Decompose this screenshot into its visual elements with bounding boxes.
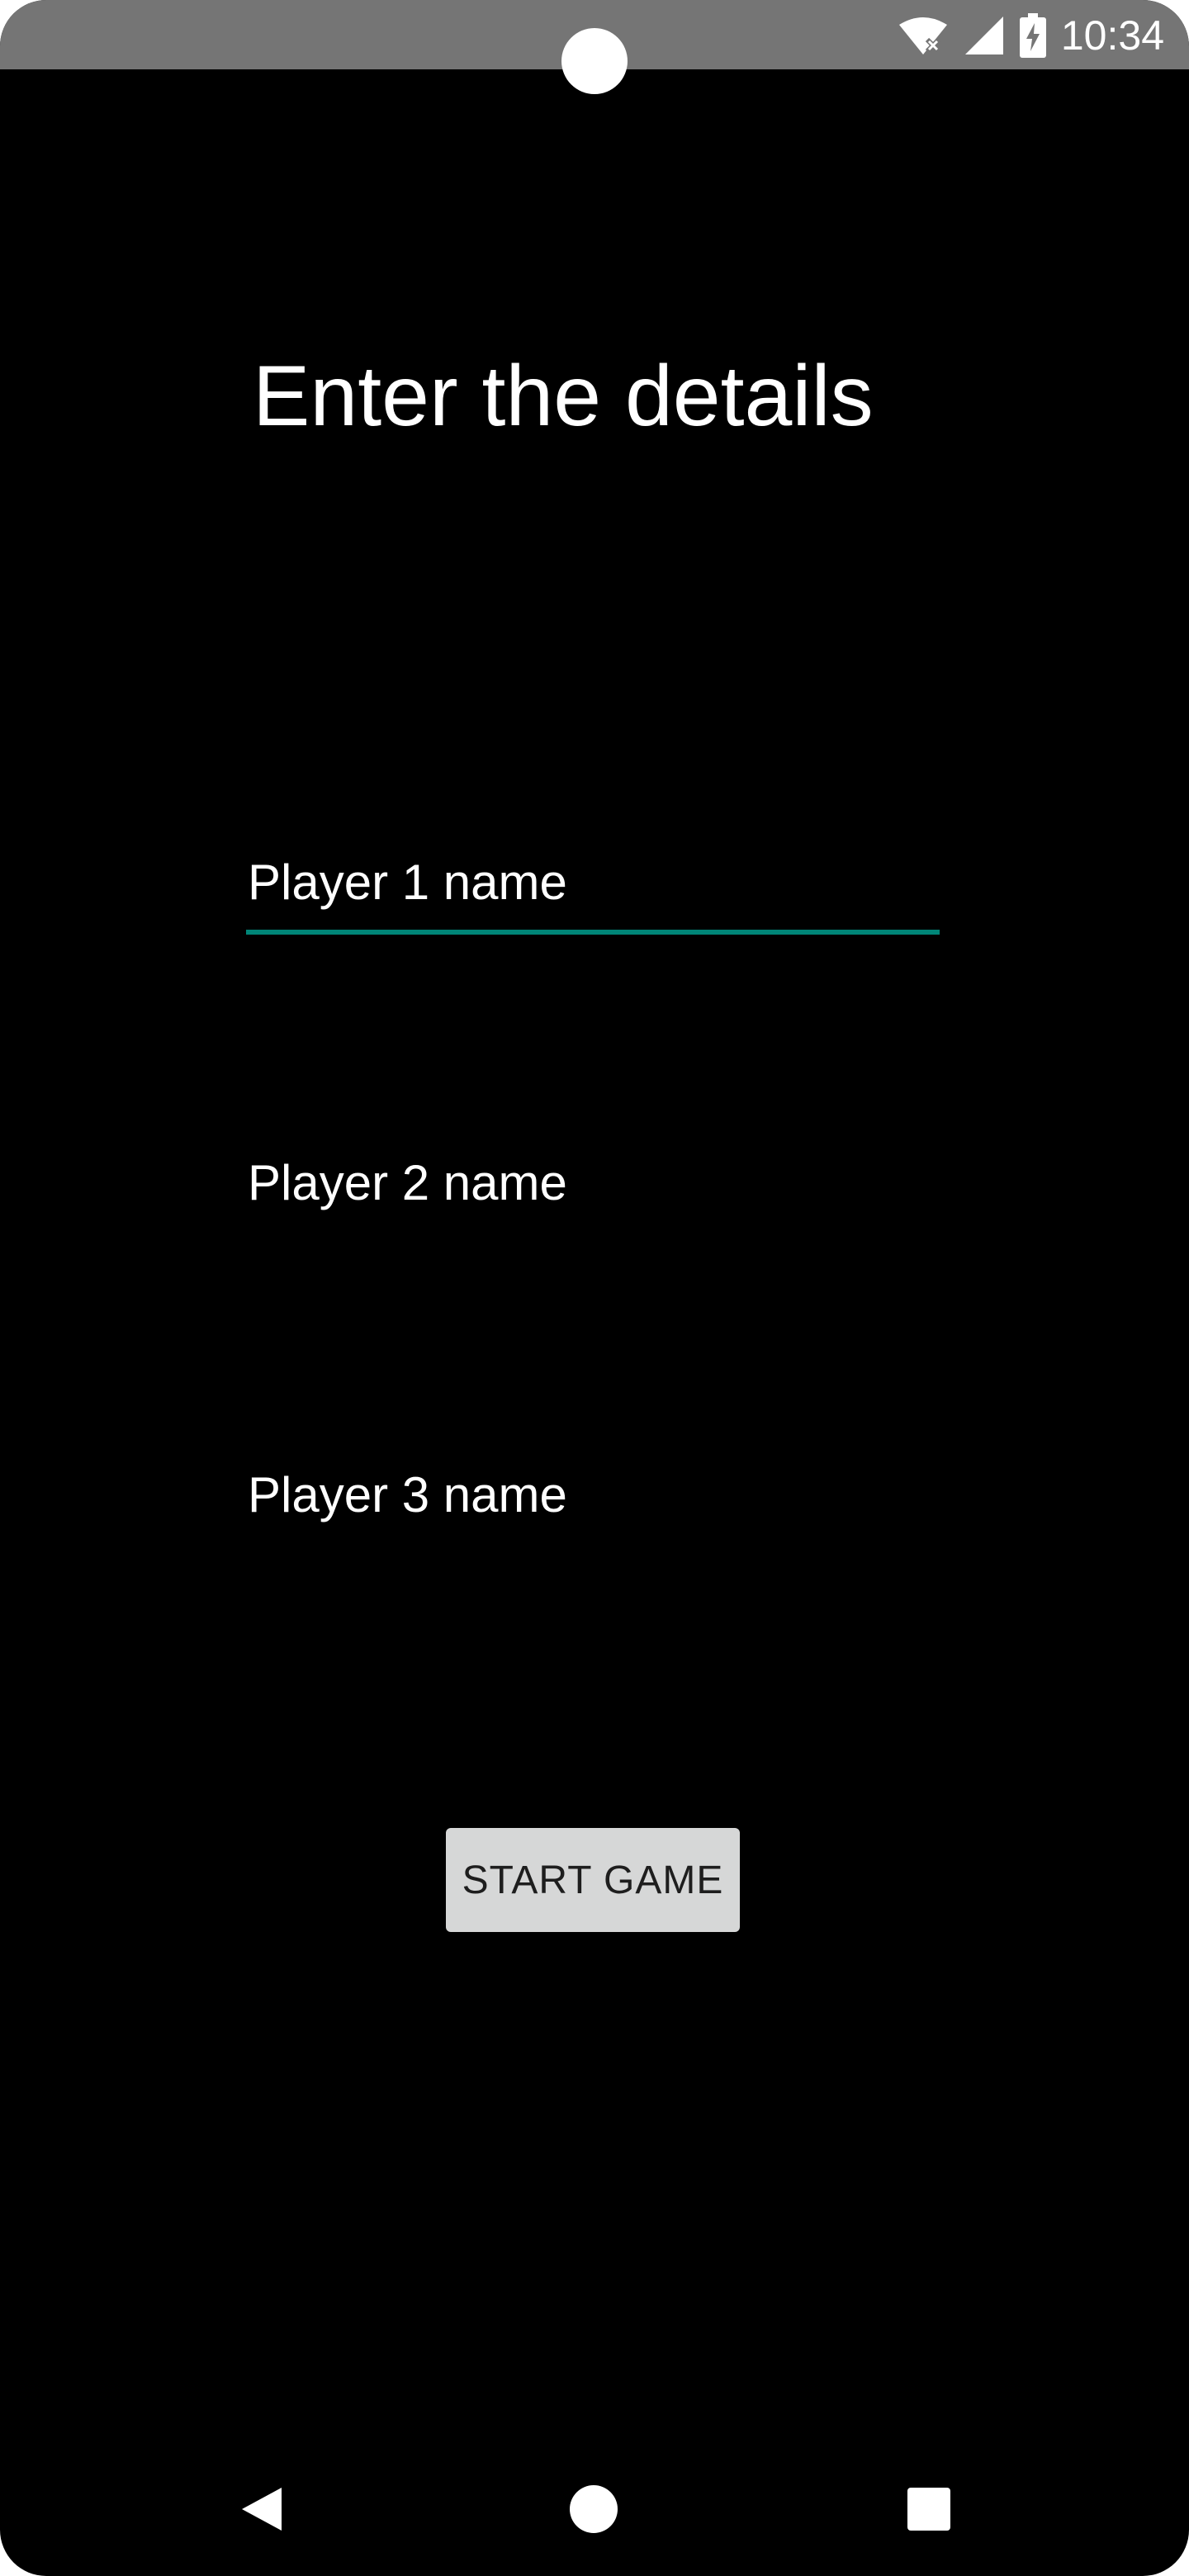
player2-field xyxy=(246,1133,940,1232)
navigation-bar xyxy=(0,2444,1189,2576)
player3-name-input[interactable] xyxy=(246,1445,940,1544)
status-icons: 10:34 xyxy=(898,7,1164,64)
start-game-button[interactable]: START GAME xyxy=(446,1828,740,1932)
status-clock: 10:34 xyxy=(1060,12,1164,59)
player2-name-input[interactable] xyxy=(246,1133,940,1232)
camera-cutout xyxy=(561,28,628,94)
recents-icon xyxy=(906,2486,952,2536)
player3-field xyxy=(246,1445,940,1544)
nav-recents-button[interactable] xyxy=(883,2465,974,2556)
wifi-no-internet-icon xyxy=(898,15,949,56)
player1-field xyxy=(246,832,940,935)
page-title: Enter the details xyxy=(253,348,874,444)
player1-name-input[interactable] xyxy=(246,832,940,931)
back-icon xyxy=(239,2484,285,2538)
app-screen: 10:34 Enter the details START GAME xyxy=(0,0,1189,2576)
home-icon xyxy=(569,2484,618,2538)
player1-input-underline xyxy=(246,930,940,935)
battery-charging-icon xyxy=(1019,13,1046,58)
nav-home-button[interactable] xyxy=(548,2465,639,2556)
nav-back-button[interactable] xyxy=(216,2465,307,2556)
cell-signal-icon xyxy=(964,15,1005,56)
